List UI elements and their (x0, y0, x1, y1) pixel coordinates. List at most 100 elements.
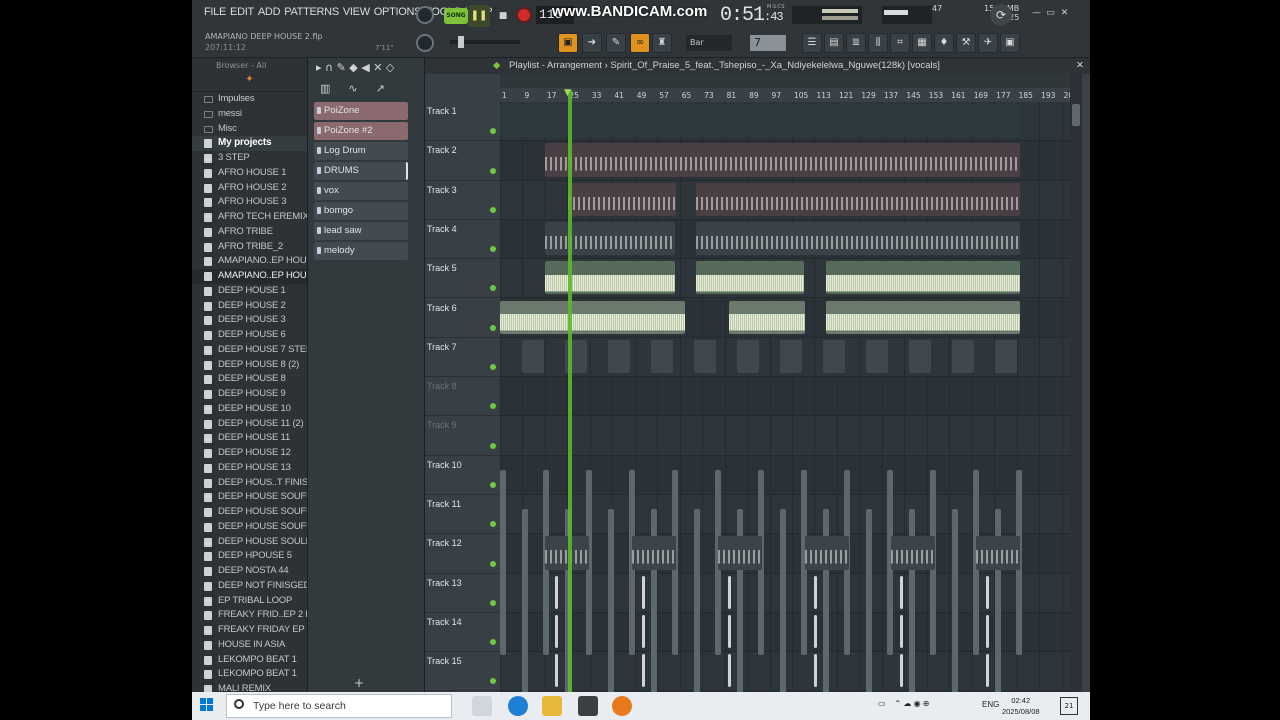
pattern-clip[interactable] (642, 654, 645, 688)
browser-item[interactable]: DEEP HOUS..T FINISHED (192, 476, 307, 491)
pattern-clip[interactable] (500, 104, 1020, 138)
track-mute-led[interactable] (490, 285, 496, 292)
track-lane[interactable] (500, 377, 1070, 417)
track-header[interactable]: Track 5 (425, 259, 500, 299)
pattern-clip[interactable] (696, 221, 1020, 256)
scroll-bar[interactable] (500, 74, 1070, 88)
track-mute-led[interactable] (490, 599, 496, 606)
browser-item[interactable]: DEEP HOUSE SOUFUL (192, 490, 307, 505)
channel-button[interactable]: Log Drum (314, 142, 408, 160)
pattern-clip[interactable] (986, 575, 989, 609)
refresh-icon[interactable]: ⟳ (990, 4, 1012, 26)
notification-icon[interactable]: 21 (1060, 697, 1078, 715)
playlist-close-icon[interactable]: ✕ (1076, 58, 1084, 74)
browser-item[interactable]: EP TRIBAL LOOP (192, 594, 307, 609)
browser-item[interactable]: DEEP HOUSE 6 (192, 328, 307, 343)
task-view-icon[interactable] (472, 696, 492, 716)
playlist-icon[interactable]: ☰ (802, 33, 822, 53)
track-header[interactable]: Track 9 (425, 416, 500, 456)
pattern-clip[interactable] (545, 143, 1020, 177)
file-explorer-icon[interactable] (542, 696, 562, 716)
browser-item[interactable]: FREAKY FRID..EP 2 REMIX (192, 608, 307, 623)
browser-item[interactable]: DEEP HOUSE 3 (192, 313, 307, 328)
track-header[interactable]: Track 11 (425, 495, 500, 535)
pattern-clip[interactable] (729, 300, 805, 334)
close-icon[interactable]: ✕ (1058, 8, 1071, 19)
master-slider[interactable] (450, 36, 520, 48)
pattern-clip[interactable] (500, 300, 685, 334)
browser-item[interactable]: DEEP HOUSE SOUFUL_2 (192, 505, 307, 520)
pattern-clip[interactable] (976, 536, 1020, 570)
track-mute-led[interactable] (490, 442, 496, 449)
channel-rack-icon[interactable]: ≣ (846, 33, 866, 53)
mixer-icon[interactable]: ⫼ (868, 33, 888, 53)
taskbar-clock[interactable]: 02:42 2025/08/08 (1002, 695, 1040, 717)
record-button[interactable] (516, 7, 532, 23)
track-header[interactable]: Track 3 (425, 181, 500, 220)
automation-icon[interactable]: ↗ (376, 78, 385, 100)
channel-button[interactable]: DRUMS (314, 162, 408, 180)
wrench-icon[interactable]: ⚒ (956, 33, 976, 53)
browser-item[interactable]: DEEP HOUSE SOUFUL_3 (192, 520, 307, 535)
pattern-clip[interactable] (780, 509, 786, 692)
browser-item[interactable]: DEEP HOUSE 11 (2) (192, 417, 307, 432)
pattern-clip[interactable] (805, 536, 849, 570)
main-volume-knob[interactable] (416, 6, 434, 24)
pattern-clip[interactable] (545, 261, 675, 295)
browser-item[interactable]: DEEP HOUSE 1 (192, 284, 307, 299)
export-icon[interactable]: ✈ (978, 33, 998, 53)
pattern-clip[interactable] (555, 654, 558, 688)
pattern-clip[interactable] (651, 339, 673, 374)
pattern-clip[interactable] (545, 221, 675, 256)
browser-item[interactable]: DEEP HOUSE 9 (192, 387, 307, 402)
pattern-clip[interactable] (632, 536, 676, 570)
track-header[interactable]: Track 15 (425, 652, 500, 692)
arrangement-grid[interactable]: 1 9 17 25 33 41 49 57 65 73 81 89 97 105 113 121 129 137 1… (500, 74, 1070, 692)
timeline-ruler[interactable]: 1 9 17 25 33 41 49 57 65 73 81 89 97 105 113 121 129 137 1… (500, 88, 1070, 102)
pattern-clip[interactable] (568, 182, 676, 216)
main-pitch-knob[interactable] (416, 34, 434, 52)
track-header[interactable]: Track 12 (425, 534, 500, 574)
browser-item[interactable]: Impulses (192, 92, 307, 107)
track-mute-led[interactable] (490, 246, 496, 253)
browser-item[interactable]: LEKOMPO BEAT 1 (192, 653, 307, 668)
pattern-clip[interactable] (694, 509, 700, 692)
browser-item[interactable]: DEEP NOT FINISGED (192, 579, 307, 594)
channel-button[interactable]: vox (314, 182, 408, 200)
pattern-clip[interactable] (737, 339, 759, 374)
browser-item[interactable]: MALI REMIX (192, 682, 307, 692)
pattern-clip[interactable] (500, 469, 506, 656)
track-header[interactable]: Track 10 (425, 456, 500, 495)
track-mute-led[interactable] (490, 167, 496, 174)
pattern-clip[interactable] (866, 509, 872, 692)
browser-item[interactable]: AFRO TRIBE (192, 225, 307, 240)
browser-item[interactable]: Misc (192, 122, 307, 137)
browser-item[interactable]: AFRO HOUSE 1 (192, 166, 307, 181)
arrow-right-icon[interactable]: ➜ (582, 33, 602, 53)
track-header[interactable]: Track 2 (425, 141, 500, 181)
pattern-clip[interactable] (823, 339, 845, 374)
browser-nav[interactable]: ✦ (192, 74, 307, 92)
menu-add[interactable]: ADD (258, 6, 281, 18)
pattern-clip[interactable] (522, 509, 528, 692)
menu-patterns[interactable]: PATTERNS (284, 6, 339, 18)
track-mute-led[interactable] (490, 324, 496, 331)
pattern-clip[interactable] (952, 339, 974, 374)
track-header[interactable]: Track 4 (425, 220, 500, 260)
language-indicator[interactable]: ENG (982, 700, 999, 709)
browser-item[interactable]: HOUSE IN ASIA (192, 638, 307, 653)
playhead[interactable] (568, 90, 572, 692)
track-mute-led[interactable] (490, 206, 496, 213)
track-mute-led[interactable] (490, 678, 496, 685)
menu-view[interactable]: VIEW (343, 6, 370, 18)
track-header[interactable]: Track 1 (425, 102, 500, 142)
browser-item[interactable]: DEEP HOUSE 13 (192, 461, 307, 476)
track-mute-led[interactable] (490, 481, 496, 488)
pattern-clip[interactable] (995, 339, 1017, 374)
plugin-icon[interactable]: ▦ (912, 33, 932, 53)
playhead-marker-icon[interactable]: ▼ (564, 88, 571, 98)
add-channel-icon[interactable]: + (354, 676, 364, 690)
pattern-clip[interactable] (826, 261, 1020, 295)
minimize-icon[interactable]: — (1030, 8, 1043, 19)
pattern-clip[interactable] (718, 536, 762, 570)
